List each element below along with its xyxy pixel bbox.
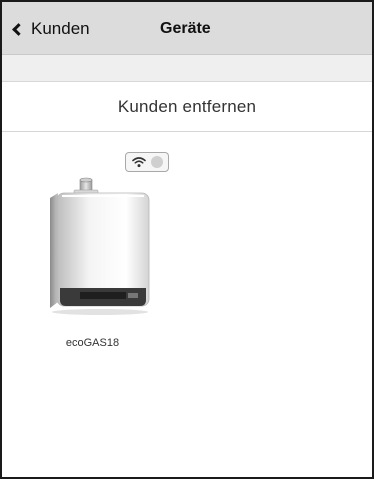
back-button[interactable]: Kunden [10, 16, 90, 42]
connection-status-badge [125, 152, 169, 172]
header-bar: Kunden Geräte [2, 2, 372, 55]
status-dot [151, 156, 163, 168]
section-spacer [2, 55, 372, 82]
boiler-image [50, 177, 150, 315]
remove-customer-button[interactable]: Kunden entfernen [2, 82, 372, 132]
page-title: Geräte [160, 20, 211, 37]
back-label: Kunden [31, 19, 90, 38]
remove-customer-label: Kunden entfernen [117, 96, 257, 116]
device-tile[interactable]: ecoGAS18 [40, 176, 155, 356]
wifi-icon [132, 157, 146, 168]
device-list: ecoGAS18 [2, 133, 372, 477]
chevron-left-icon [12, 22, 25, 36]
device-name: ecoGAS18 [65, 337, 120, 349]
app-frame: Kunden Geräte Kunden entfernen ecoGAS18 [0, 0, 374, 479]
